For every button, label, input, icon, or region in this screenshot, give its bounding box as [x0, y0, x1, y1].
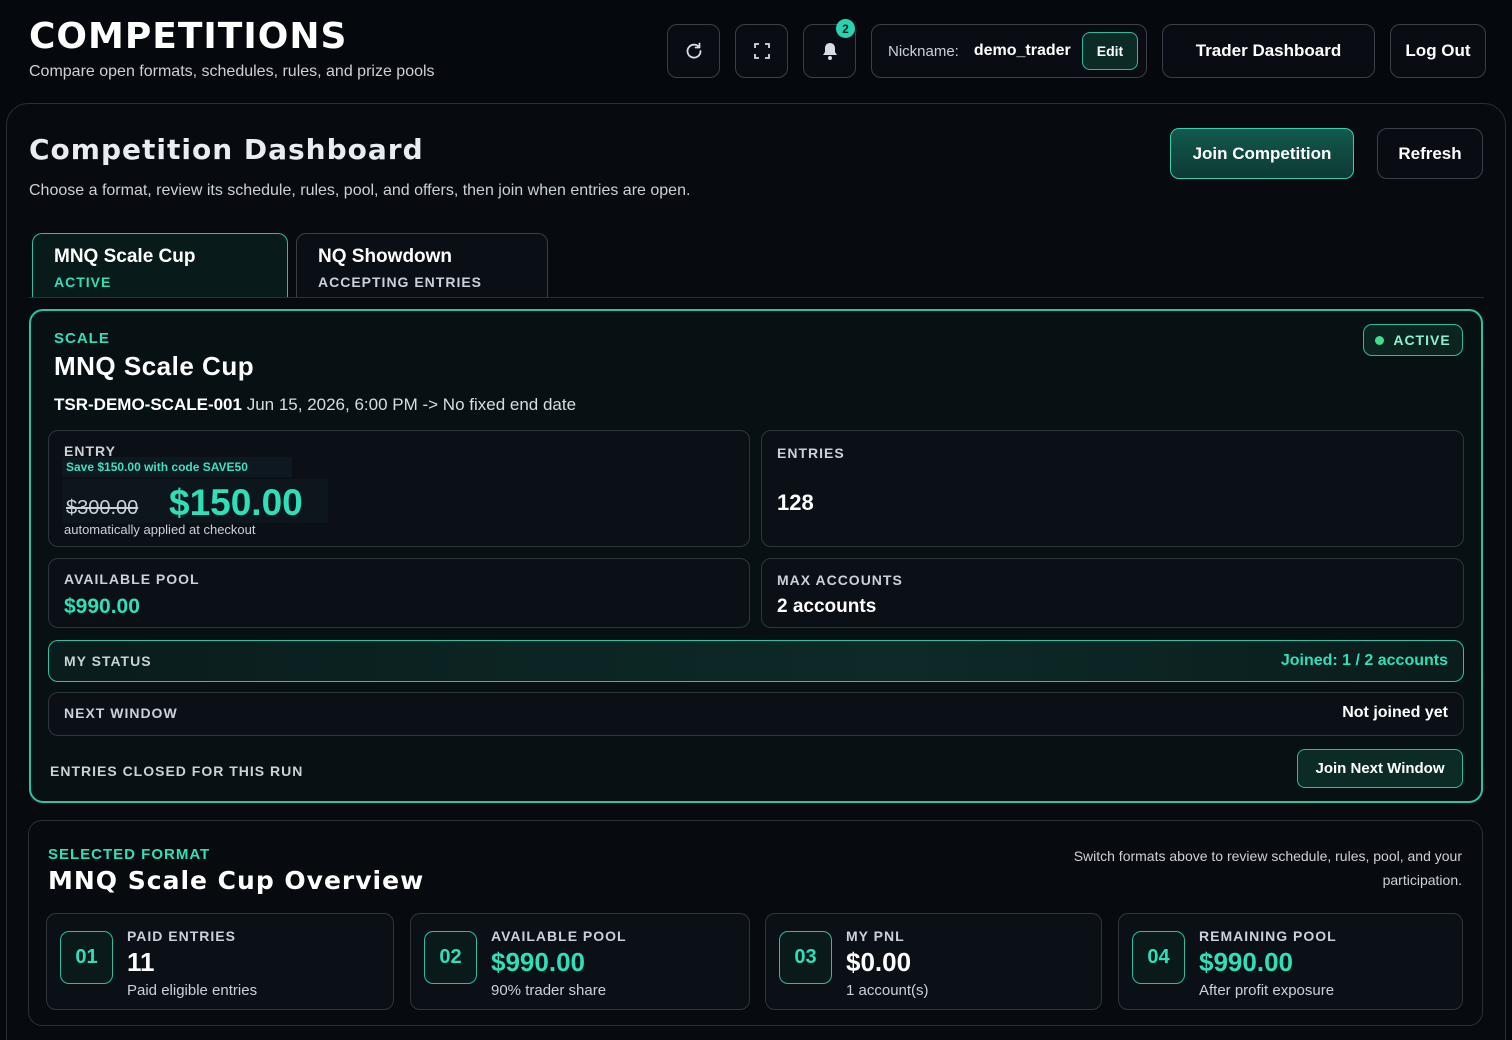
competition-name: MNQ Scale Cup [54, 351, 255, 381]
entries-value: 128 [777, 490, 814, 515]
bell-icon [822, 43, 837, 60]
stat-value: $990.00 [1199, 947, 1293, 977]
join-next-window-button[interactable]: Join Next Window [1297, 749, 1463, 788]
stat-value: 11 [127, 947, 155, 977]
fullscreen-button[interactable] [735, 24, 788, 78]
notification-badge: 2 [836, 19, 855, 38]
tab-divider [29, 297, 1484, 298]
next-window-row [48, 692, 1464, 736]
entries-cell [761, 430, 1464, 547]
status-badge: ACTIVE [1363, 324, 1463, 356]
stat-card-my-pnl: 03 MY PNL $0.00 1 account(s) [765, 913, 1102, 1010]
tab-status: ACCEPTING ENTRIES [318, 274, 483, 290]
edit-nickname-button[interactable]: Edit [1082, 32, 1138, 70]
next-window-label: NEXT WINDOW [64, 705, 178, 721]
available-pool-label: AVAILABLE POOL [64, 571, 200, 587]
page-title: COMPETITIONS [29, 16, 348, 57]
stat-value: $0.00 [846, 947, 912, 977]
my-status-value: Joined: 1 / 2 accounts [1280, 652, 1448, 669]
stat-note: After profit exposure [1199, 982, 1335, 999]
dashboard-title: Competition Dashboard [29, 133, 424, 166]
stat-label: PAID ENTRIES [127, 928, 236, 944]
available-pool-cell [48, 558, 750, 628]
nickname-box: Nickname: demo_trader Edit [871, 24, 1147, 78]
stat-label: REMAINING POOL [1199, 928, 1337, 944]
stat-number: 02 [424, 931, 477, 984]
page-subtitle: Compare open formats, schedules, rules, … [29, 63, 435, 80]
stat-number: 01 [60, 931, 113, 984]
fullscreen-icon [753, 43, 770, 59]
stat-card-remaining-pool: 04 REMAINING POOL $990.00 After profit e… [1118, 913, 1463, 1010]
stat-label: AVAILABLE POOL [491, 928, 627, 944]
overview-hint: Switch formats above to review schedule,… [1073, 848, 1462, 888]
tab-status: ACTIVE [54, 274, 112, 290]
price-note: automatically applied at checkout [64, 522, 256, 537]
logout-button[interactable]: Log Out [1390, 24, 1486, 78]
discounted-price: $150.00 [169, 482, 303, 523]
entries-label: ENTRIES [777, 445, 845, 461]
dashboard-subtitle: Choose a format, review its schedule, ru… [29, 182, 691, 199]
entries-closed-text: ENTRIES CLOSED FOR THIS RUN [50, 763, 304, 779]
notifications-button[interactable]: 2 [803, 19, 856, 78]
stat-note: 1 account(s) [846, 982, 929, 999]
nickname-label: Nickname: [888, 42, 959, 60]
stat-note: Paid eligible entries [127, 982, 258, 999]
tab-name: NQ Showdown [318, 246, 453, 267]
refresh-icon [686, 42, 701, 59]
stat-note: 90% trader share [491, 982, 607, 999]
status-dot-icon [1375, 335, 1385, 345]
nickname-value: demo_trader [973, 42, 1071, 59]
tab-nq-showdown[interactable]: NQ Showdown ACCEPTING ENTRIES [296, 233, 548, 298]
overview-kicker: SELECTED FORMAT [48, 846, 211, 863]
competition-kicker: SCALE [54, 330, 110, 347]
my-status-row [48, 640, 1464, 682]
promo-text: Save $150.00 with code SAVE50 [62, 457, 292, 477]
stat-card-available-pool: 02 AVAILABLE POOL $990.00 90% trader sha… [410, 913, 750, 1010]
overview-title: MNQ Scale Cup Overview [48, 866, 425, 895]
stat-card-paid-entries: 01 PAID ENTRIES 11 Paid eligible entries [46, 913, 394, 1010]
next-window-value: Not joined yet [1342, 704, 1448, 721]
trader-dashboard-button[interactable]: Trader Dashboard [1162, 24, 1375, 78]
status-badge-label: ACTIVE [1393, 332, 1451, 348]
stat-number: 04 [1132, 931, 1185, 984]
available-pool-value: $990.00 [64, 595, 140, 618]
stat-number: 03 [779, 931, 832, 984]
competition-code: TSR-DEMO-SCALE-001 [54, 395, 242, 414]
stat-label: MY PNL [846, 928, 905, 944]
refresh-button[interactable]: Refresh [1377, 128, 1483, 179]
max-accounts-label: MAX ACCOUNTS [777, 572, 903, 588]
competition-schedule: Jun 15, 2026, 6:00 PM -> No fixed end da… [246, 395, 577, 414]
original-price: $300.00 [66, 497, 139, 519]
competition-schedule-line: TSR-DEMO-SCALE-001 Jun 15, 2026, 6:00 PM… [54, 395, 576, 415]
max-accounts-value: 2 accounts [777, 596, 877, 617]
tab-mnq-scale-cup[interactable]: MNQ Scale Cup ACTIVE [32, 233, 288, 298]
my-status-label: MY STATUS [64, 653, 152, 669]
tab-name: MNQ Scale Cup [54, 246, 196, 267]
join-competition-button[interactable]: Join Competition [1170, 128, 1354, 179]
refresh-icon-button[interactable] [667, 24, 720, 78]
stat-value: $990.00 [491, 947, 585, 977]
